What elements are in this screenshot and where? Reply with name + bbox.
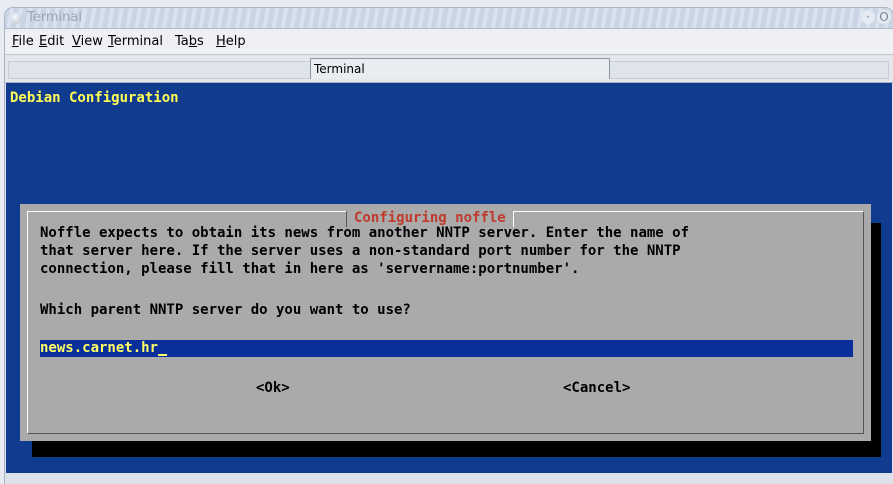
debian-config-header: Debian Configuration [10,90,179,106]
tab-bar: Terminal [5,56,893,83]
terminal-window: Terminal · O File Edit View Terminal Tabs… [5,8,893,484]
nntp-server-input[interactable]: news.carnet.hr [40,340,853,357]
description-line: that server here. If the server uses a n… [40,243,681,259]
description-line: connection, please fill that in here as … [40,261,580,277]
cancel-button[interactable]: <Cancel> [563,380,630,396]
text-cursor [158,354,168,356]
window-bottom-edge [5,473,893,484]
minimize-icon[interactable]: · [861,10,875,24]
input-value: news.carnet.hr [40,340,159,356]
config-dialog: Configuring noffle Noffle expects to obt… [20,204,871,441]
menu-view[interactable]: View [72,34,103,49]
menu-tabs[interactable]: Tabs [175,34,204,49]
menu-help[interactable]: Help [216,34,246,49]
maximize-icon[interactable]: O [877,10,891,24]
ok-button[interactable]: <Ok> [256,380,290,396]
description-line: Noffle expects to obtain its news from a… [40,225,690,241]
dialog-description: Noffle expects to obtain its news from a… [40,224,689,278]
menu-file[interactable]: File [12,34,34,49]
menu-edit[interactable]: Edit [39,34,64,49]
menu-bar: File Edit View Terminal Tabs Help [5,29,893,55]
menu-terminal[interactable]: Terminal [108,34,163,49]
window-controls: · O [859,10,891,24]
tab-terminal[interactable]: Terminal [310,58,610,79]
dialog-question: Which parent NNTP server do you want to … [40,302,411,318]
title-bar[interactable]: Terminal · O [5,8,893,29]
terminal-screen[interactable]: Debian Configuration Configuring noffle … [6,83,892,473]
window-title: Terminal [27,10,82,25]
window-menu-icon[interactable] [10,12,22,24]
